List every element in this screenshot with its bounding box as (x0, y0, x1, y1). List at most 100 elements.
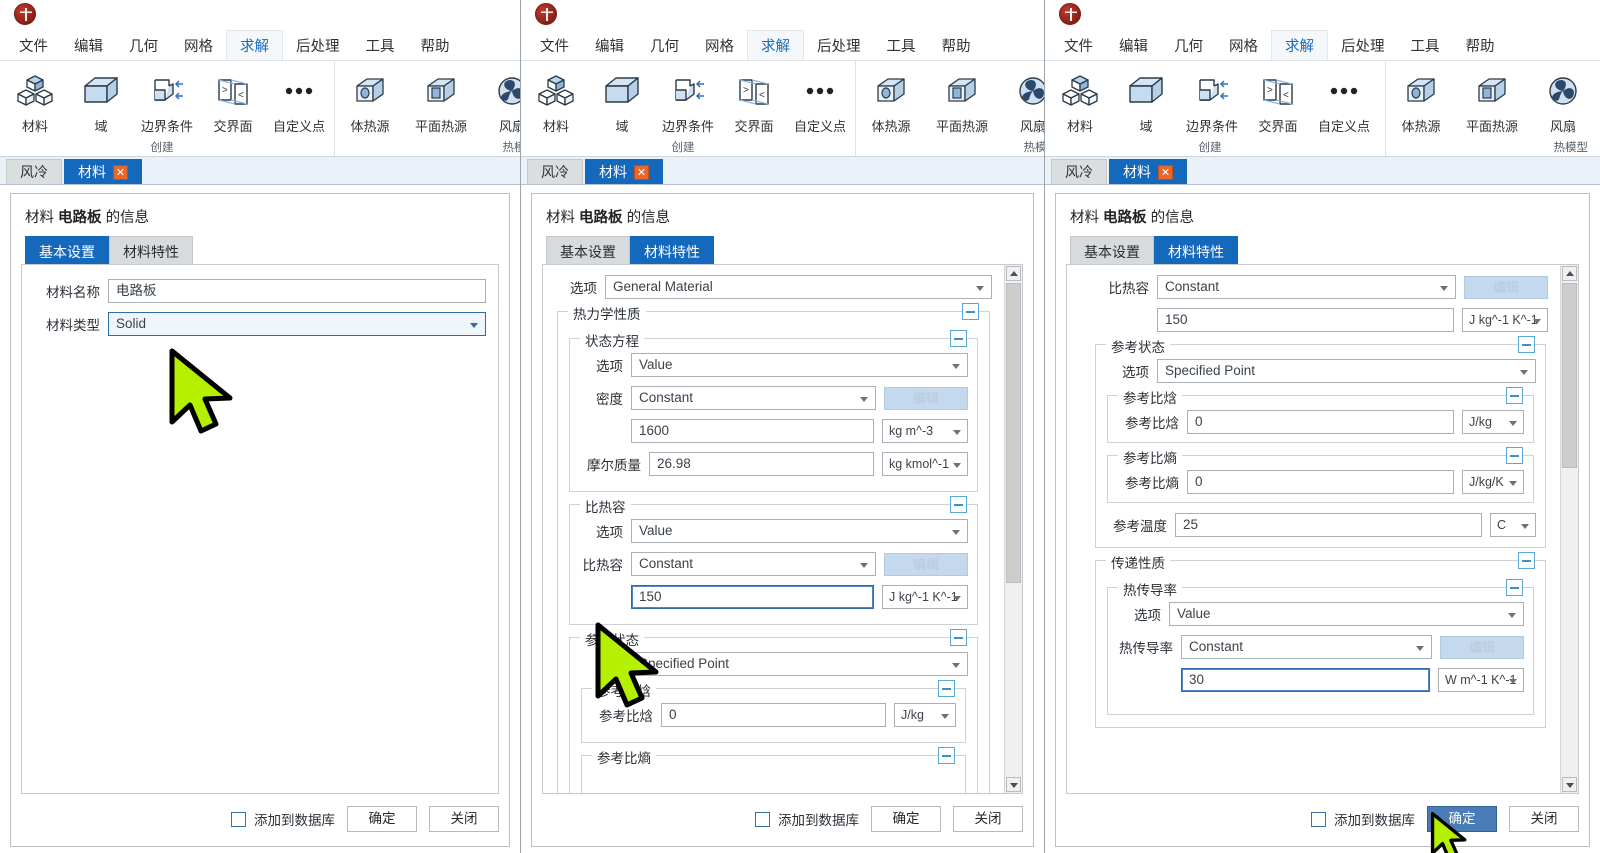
menu-item-mesh[interactable]: 网格 (171, 30, 226, 60)
cp-value-input[interactable]: 150 (631, 585, 874, 609)
add-to-database-checkbox-wrap[interactable]: 添加到数据库 (755, 809, 859, 829)
ribbon-button-boundary-condition[interactable]: 边界条件 (655, 67, 721, 135)
density-unit-select[interactable]: kg m^-3 (882, 419, 968, 443)
reference-enthalpy-input[interactable]: 0 (661, 703, 886, 727)
ribbon-button-volume-heat-source[interactable]: 体热源 (858, 67, 924, 135)
document-tab-aircooling[interactable]: 风冷 (1051, 159, 1107, 184)
cp-value-input[interactable]: 150 (1157, 308, 1454, 332)
ribbon-button-planar-heat-source[interactable]: 平面热源 (1454, 67, 1530, 135)
scroll-up-arrow-icon[interactable] (1562, 266, 1577, 281)
ribbon-button-material[interactable]: 材料 (1047, 67, 1113, 135)
cp-unit-select[interactable]: J kg^-1 K^-1 (882, 585, 968, 609)
menu-item-tools[interactable]: 工具 (874, 30, 929, 60)
ribbon-button-interface[interactable]: > < 交界面 (1245, 67, 1311, 135)
collapse-icon[interactable] (950, 496, 967, 513)
scroll-up-arrow-icon[interactable] (1006, 266, 1021, 281)
scroll-down-arrow-icon[interactable] (1006, 777, 1021, 792)
menu-item-edit[interactable]: 编辑 (582, 30, 637, 60)
reference-enthalpy-input[interactable]: 0 (1187, 410, 1454, 434)
ribbon-button-custom-point[interactable]: 自定义点 (266, 67, 332, 135)
ribbon-button-planar-heat-source[interactable]: 平面热源 (924, 67, 1000, 135)
ribbon-button-planar-heat-source[interactable]: 平面热源 (403, 67, 479, 135)
cp-unit-select[interactable]: J kg^-1 K^-1 (1462, 308, 1548, 332)
menu-item-solve[interactable]: 求解 (1271, 30, 1328, 60)
menu-item-mesh[interactable]: 网格 (1216, 30, 1271, 60)
collapse-icon[interactable] (950, 330, 967, 347)
menu-item-edit[interactable]: 编辑 (61, 30, 116, 60)
material-option-select[interactable]: General Material (605, 275, 992, 299)
ribbon-button-fan[interactable]: 风扇 (1530, 67, 1596, 135)
ribbon-button-custom-point[interactable]: 自定义点 (787, 67, 853, 135)
ribbon-button-fan[interactable]: 风扇 (1000, 67, 1044, 135)
ok-button[interactable]: 确定 (871, 806, 941, 832)
molar-mass-input[interactable]: 26.98 (649, 452, 874, 476)
ribbon-button-boundary-condition[interactable]: 边界条件 (1179, 67, 1245, 135)
add-to-database-checkbox[interactable] (1311, 811, 1326, 827)
ribbon-button-domain[interactable]: 域 (589, 67, 655, 135)
collapse-icon[interactable] (1506, 387, 1523, 404)
reference-temperature-unit-select[interactable]: C (1490, 513, 1536, 537)
menu-item-geometry[interactable]: 几何 (116, 30, 171, 60)
material-type-select[interactable]: Solid (108, 312, 486, 336)
ribbon-button-domain[interactable]: 域 (1113, 67, 1179, 135)
add-to-database-checkbox-wrap[interactable]: 添加到数据库 (231, 809, 335, 829)
menu-item-help[interactable]: 帮助 (1453, 30, 1508, 60)
molar-mass-unit-select[interactable]: kg kmol^-1 (882, 452, 968, 476)
collapse-icon[interactable] (1506, 579, 1523, 596)
menu-item-file[interactable]: 文件 (1051, 30, 1106, 60)
ribbon-button-domain[interactable]: 域 (68, 67, 134, 135)
material-name-input[interactable]: 电路板 (108, 279, 486, 303)
collapse-icon[interactable] (1506, 447, 1523, 464)
add-to-database-checkbox[interactable] (231, 811, 246, 827)
conductivity-unit-select[interactable]: W m^-1 K^-1 (1438, 668, 1524, 692)
close-button[interactable]: 关闭 (953, 806, 1023, 832)
menu-item-solve[interactable]: 求解 (226, 30, 283, 60)
close-icon[interactable]: ✕ (1158, 164, 1173, 180)
collapse-icon[interactable] (1518, 336, 1535, 353)
menu-item-solve[interactable]: 求解 (747, 30, 804, 60)
menu-item-geometry[interactable]: 几何 (1161, 30, 1216, 60)
menu-item-postprocess[interactable]: 后处理 (283, 30, 353, 60)
menu-item-geometry[interactable]: 几何 (637, 30, 692, 60)
scroll-down-arrow-icon[interactable] (1562, 777, 1577, 792)
ok-button[interactable]: 确定 (1427, 806, 1497, 832)
ok-button[interactable]: 确定 (347, 806, 417, 832)
conductivity-value-input[interactable]: 30 (1181, 668, 1430, 692)
density-mode-select[interactable]: Constant (631, 386, 876, 410)
document-tab-material[interactable]: 材料 ✕ (1109, 159, 1187, 184)
collapse-icon[interactable] (950, 629, 967, 646)
cp-mode-select[interactable]: Constant (631, 552, 876, 576)
document-tab-aircooling[interactable]: 风冷 (527, 159, 583, 184)
ribbon-button-material[interactable]: 材料 (2, 67, 68, 135)
collapse-icon[interactable] (1518, 552, 1535, 569)
content-scrollbar-3[interactable] (1560, 265, 1578, 793)
document-tab-material[interactable]: 材料 ✕ (64, 159, 142, 184)
reference-entropy-input[interactable]: 0 (1187, 470, 1454, 494)
add-to-database-checkbox-wrap[interactable]: 添加到数据库 (1311, 809, 1415, 829)
ref-option-select[interactable]: Specified Point (631, 652, 968, 676)
reference-entropy-unit-select[interactable]: J/kg/K (1462, 470, 1524, 494)
menu-item-postprocess[interactable]: 后处理 (804, 30, 874, 60)
conductivity-option-select[interactable]: Value (1169, 602, 1524, 626)
ref-option-select[interactable]: Specified Point (1157, 359, 1536, 383)
reference-enthalpy-unit-select[interactable]: J/kg (1462, 410, 1524, 434)
ribbon-button-custom-point[interactable]: 自定义点 (1311, 67, 1377, 135)
menu-item-file[interactable]: 文件 (527, 30, 582, 60)
document-tab-aircooling[interactable]: 风冷 (6, 159, 62, 184)
menu-item-tools[interactable]: 工具 (353, 30, 408, 60)
reference-temperature-input[interactable]: 25 (1175, 513, 1482, 537)
menu-item-postprocess[interactable]: 后处理 (1328, 30, 1398, 60)
ribbon-button-interface[interactable]: > < 交界面 (200, 67, 266, 135)
ribbon-button-boundary-condition[interactable]: 边界条件 (134, 67, 200, 135)
menu-item-edit[interactable]: 编辑 (1106, 30, 1161, 60)
density-value-input[interactable]: 1600 (631, 419, 874, 443)
menu-item-help[interactable]: 帮助 (929, 30, 984, 60)
close-icon[interactable]: ✕ (634, 164, 649, 180)
collapse-icon[interactable] (962, 303, 979, 320)
scrollbar-thumb[interactable] (1006, 283, 1021, 583)
add-to-database-checkbox[interactable] (755, 811, 770, 827)
ribbon-button-interface[interactable]: > < 交界面 (721, 67, 787, 135)
scrollbar-thumb[interactable] (1562, 283, 1577, 468)
menu-item-mesh[interactable]: 网格 (692, 30, 747, 60)
cp-option-select[interactable]: Value (631, 519, 968, 543)
